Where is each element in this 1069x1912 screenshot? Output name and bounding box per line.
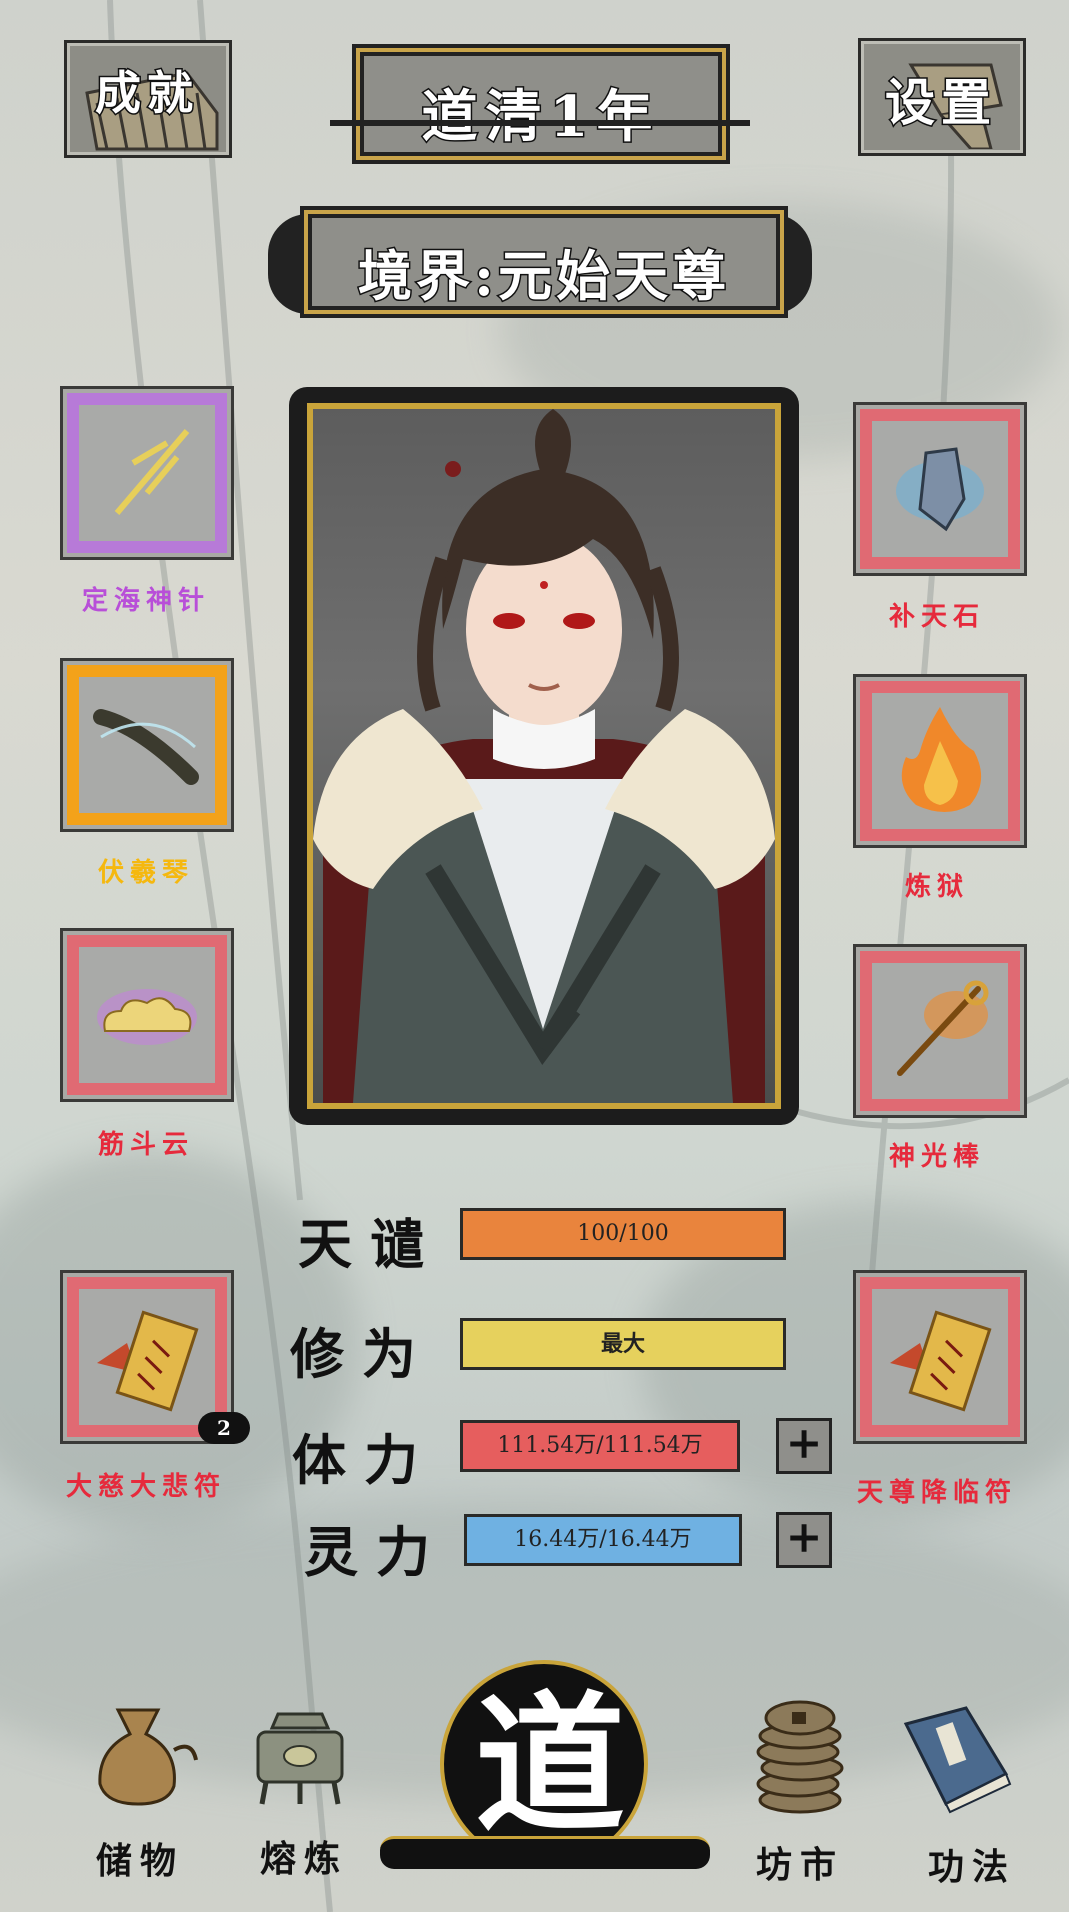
item-slot-right-4[interactable]: [853, 1270, 1027, 1444]
realm-plaque: 境界:元始天尊: [300, 206, 788, 318]
stat-bar-cultivation: 最大: [460, 1318, 786, 1370]
skills-label: 功法: [928, 1846, 1017, 1888]
achievements-label: 成就: [94, 65, 199, 122]
smelt-button[interactable]: [248, 1708, 352, 1808]
market-label: 坊市: [756, 1844, 845, 1886]
talisman-icon: [890, 1310, 992, 1412]
item-slot-right-1[interactable]: [853, 402, 1027, 576]
dao-label: 道: [474, 1677, 625, 1853]
smelt-label: 熔炼: [260, 1838, 349, 1880]
stat-label-stamina: 体力: [292, 1428, 436, 1492]
skills-button[interactable]: [896, 1704, 1016, 1814]
item-name-right-1: 补天石: [888, 602, 985, 632]
stat-bar-wrath: 100/100: [460, 1208, 786, 1260]
mana-plus-button[interactable]: +: [776, 1512, 832, 1568]
flame-icon: [901, 707, 982, 812]
item-slot-right-3[interactable]: [853, 944, 1027, 1118]
year-plaque-rail: [330, 120, 750, 126]
character-illustration: [313, 409, 775, 1103]
realm-label: 境界:元始天尊: [357, 243, 730, 310]
item-name-right-3: 神光棒: [888, 1142, 985, 1172]
item-slot-left-3[interactable]: [60, 928, 234, 1102]
stamina-plus-button[interactable]: +: [776, 1418, 832, 1474]
dao-button[interactable]: 道: [380, 1640, 710, 1890]
settings-label: 设置: [884, 72, 997, 134]
item-slot-right-2[interactable]: [853, 674, 1027, 848]
coins-icon: [756, 1700, 844, 1814]
item-slot-left-2[interactable]: [60, 658, 234, 832]
year-label: 道清1年: [420, 83, 661, 152]
stat-bar-stamina: 111.54万/111.54万: [460, 1420, 740, 1472]
cauldron-icon: [256, 1712, 344, 1805]
item-name-right-2: 炼狱: [904, 872, 969, 902]
character-portrait[interactable]: [289, 387, 799, 1125]
item-name-left-3: 筋斗云: [97, 1130, 194, 1160]
pouch-icon: [98, 1708, 198, 1806]
storage-label: 储物: [96, 1840, 185, 1882]
staff-icon: [897, 980, 989, 1076]
year-plaque: 道清1年: [352, 44, 730, 164]
market-button[interactable]: [752, 1696, 848, 1816]
item-name-left-1: 定海神针: [81, 586, 210, 616]
trident-icon: [114, 429, 190, 515]
talisman-icon: [97, 1310, 199, 1412]
storage-button[interactable]: [88, 1700, 198, 1810]
stat-label-cultivation: 修为: [290, 1322, 434, 1386]
stat-label-mana: 灵力: [304, 1520, 448, 1584]
zither-icon: [93, 709, 199, 785]
item-name-left-4: 大慈大悲符: [65, 1472, 226, 1502]
stat-label-wrath: 天谴: [298, 1212, 442, 1276]
cloud-icon: [97, 989, 197, 1045]
item-slot-left-1[interactable]: [60, 386, 234, 560]
settings-button[interactable]: 设置: [858, 38, 1026, 156]
book-icon: [903, 1706, 1012, 1814]
item-count-badge: 2: [198, 1412, 250, 1444]
item-name-right-4: 天尊降临符: [856, 1478, 1017, 1508]
item-name-left-2: 伏羲琴: [97, 858, 194, 888]
stat-bar-mana: 16.44万/16.44万: [464, 1514, 742, 1566]
crystal-icon: [896, 447, 984, 532]
achievements-button[interactable]: 成就: [64, 40, 232, 158]
